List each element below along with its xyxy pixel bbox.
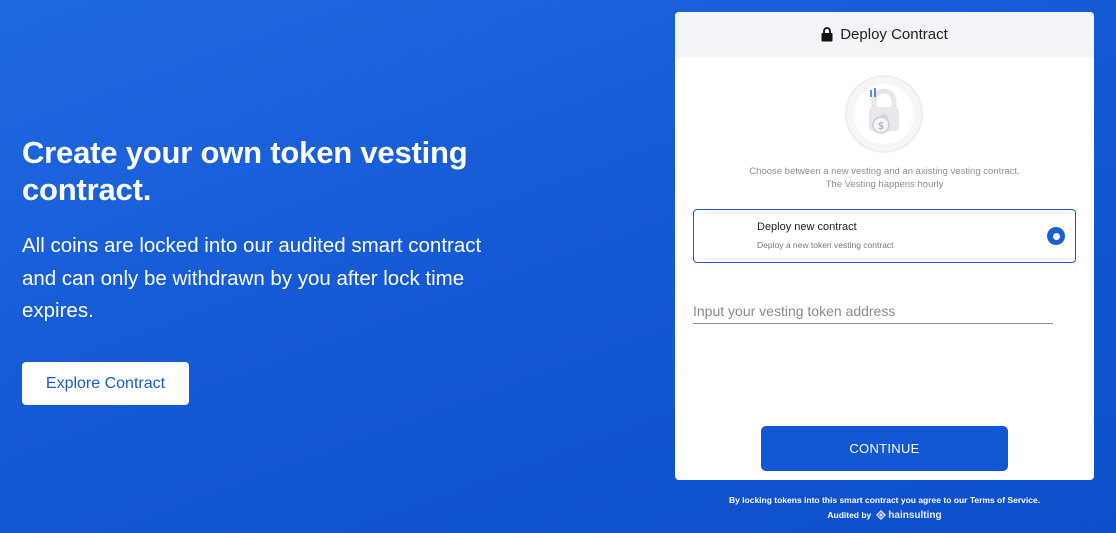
card-hint: Choose between a new vesting and an axis… bbox=[675, 165, 1094, 191]
vesting-token-address-input[interactable] bbox=[693, 298, 1053, 324]
lock-icon bbox=[821, 27, 833, 42]
svg-text:$: $ bbox=[878, 121, 884, 132]
hero-description: All coins are locked into our audited sm… bbox=[22, 234, 482, 322]
continue-button[interactable]: CONTINUE bbox=[761, 426, 1008, 471]
padlock-coin-icon: $ bbox=[845, 75, 923, 153]
deploy-contract-card: Deploy Contract $ Choose between a new v… bbox=[675, 12, 1094, 480]
terms-notice: By locking tokens into this smart contra… bbox=[728, 495, 1041, 505]
option-subtitle: Deploy a new token vesting contract bbox=[757, 240, 894, 250]
audited-label: Audited by bbox=[827, 510, 872, 520]
hint-line-2: The Vesting happens hourly bbox=[825, 179, 944, 190]
hint-line-1: Choose between a new vesting and an axis… bbox=[749, 166, 1020, 177]
option-title: Deploy new contract bbox=[757, 221, 857, 233]
card-title: Deploy Contract bbox=[840, 26, 948, 43]
deploy-new-contract-option[interactable]: Deploy new contract Deploy a new token v… bbox=[693, 209, 1076, 263]
hero-section: Create your own token vesting contract. … bbox=[22, 134, 482, 328]
hero-title: Create your own token vesting contract. bbox=[22, 135, 468, 207]
auditor-brand: hainsulting bbox=[875, 509, 942, 521]
chainsulting-logo-icon bbox=[876, 510, 887, 520]
audited-by: Audited by hainsulting bbox=[675, 509, 1094, 521]
explore-contract-button[interactable]: Explore Contract bbox=[22, 362, 189, 405]
option-radio[interactable] bbox=[1047, 227, 1065, 245]
brand-name: hainsulting bbox=[888, 509, 942, 521]
card-header: Deploy Contract bbox=[675, 12, 1094, 57]
